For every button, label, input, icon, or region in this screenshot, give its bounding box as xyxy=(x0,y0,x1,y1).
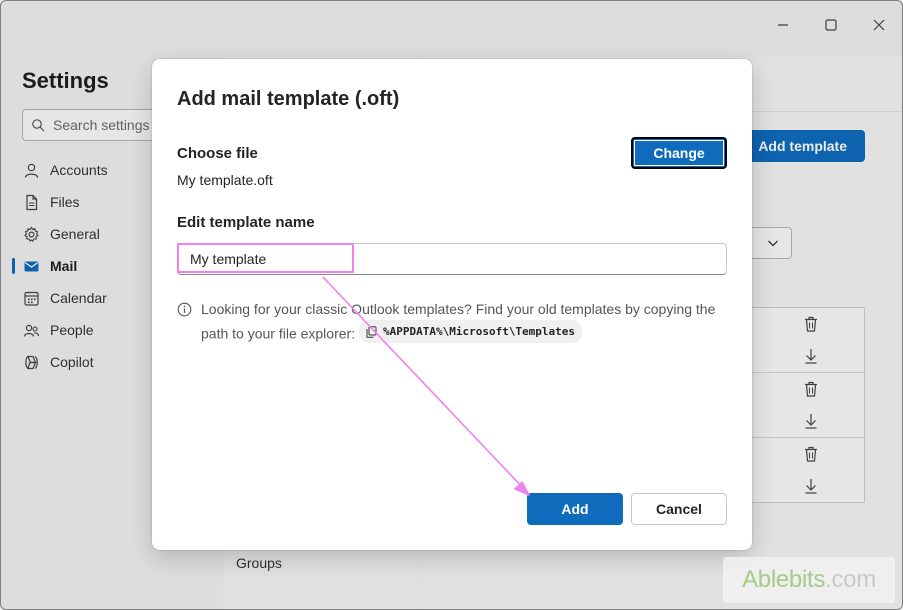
copy-icon xyxy=(366,325,377,338)
path-text: %APPDATA%\Microsoft\Templates xyxy=(382,325,576,338)
watermark-brand: Ablebits xyxy=(742,566,826,593)
info-message: Looking for your classic Outlook templat… xyxy=(201,299,731,345)
choose-file-label: Choose file xyxy=(177,145,258,162)
ablebits-watermark: Ablebits .com xyxy=(723,557,895,603)
watermark-suffix: .com xyxy=(825,566,876,593)
change-file-button[interactable]: Change xyxy=(631,137,727,169)
dialog-title: Add mail template (.oft) xyxy=(177,88,400,110)
cancel-button[interactable]: Cancel xyxy=(631,493,727,525)
add-template-dialog: Add mail template (.oft) Choose file My … xyxy=(152,59,752,550)
add-button[interactable]: Add xyxy=(527,493,623,525)
template-name-input[interactable] xyxy=(177,243,727,275)
selected-file-name: My template.oft xyxy=(177,172,273,188)
path-chip[interactable]: %APPDATA%\Microsoft\Templates xyxy=(358,320,583,343)
info-icon xyxy=(177,302,192,317)
edit-name-label: Edit template name xyxy=(177,214,315,231)
